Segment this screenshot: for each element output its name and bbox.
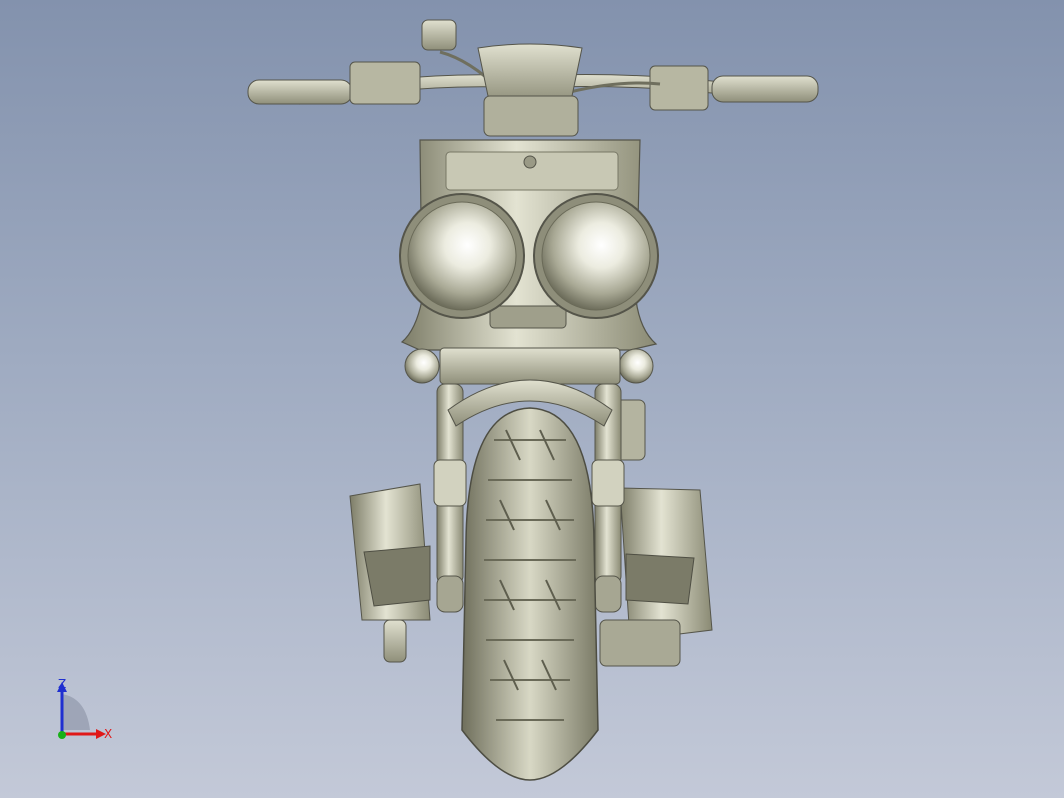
cad-viewport[interactable]: Z X: [0, 0, 1064, 798]
headlight-right: [533, 193, 659, 319]
y-axis-dot-icon: [58, 731, 66, 739]
motorcycle-model[interactable]: [0, 0, 1064, 798]
headlight-left: [399, 193, 525, 319]
speedometer: [477, 43, 583, 137]
z-axis-label: Z: [58, 677, 66, 691]
front-tire: [461, 407, 599, 781]
triad-plane-icon: [62, 694, 90, 730]
x-axis-label: X: [104, 727, 112, 741]
axis-triad: Z X: [57, 677, 112, 741]
triple-clamp: [439, 347, 621, 385]
